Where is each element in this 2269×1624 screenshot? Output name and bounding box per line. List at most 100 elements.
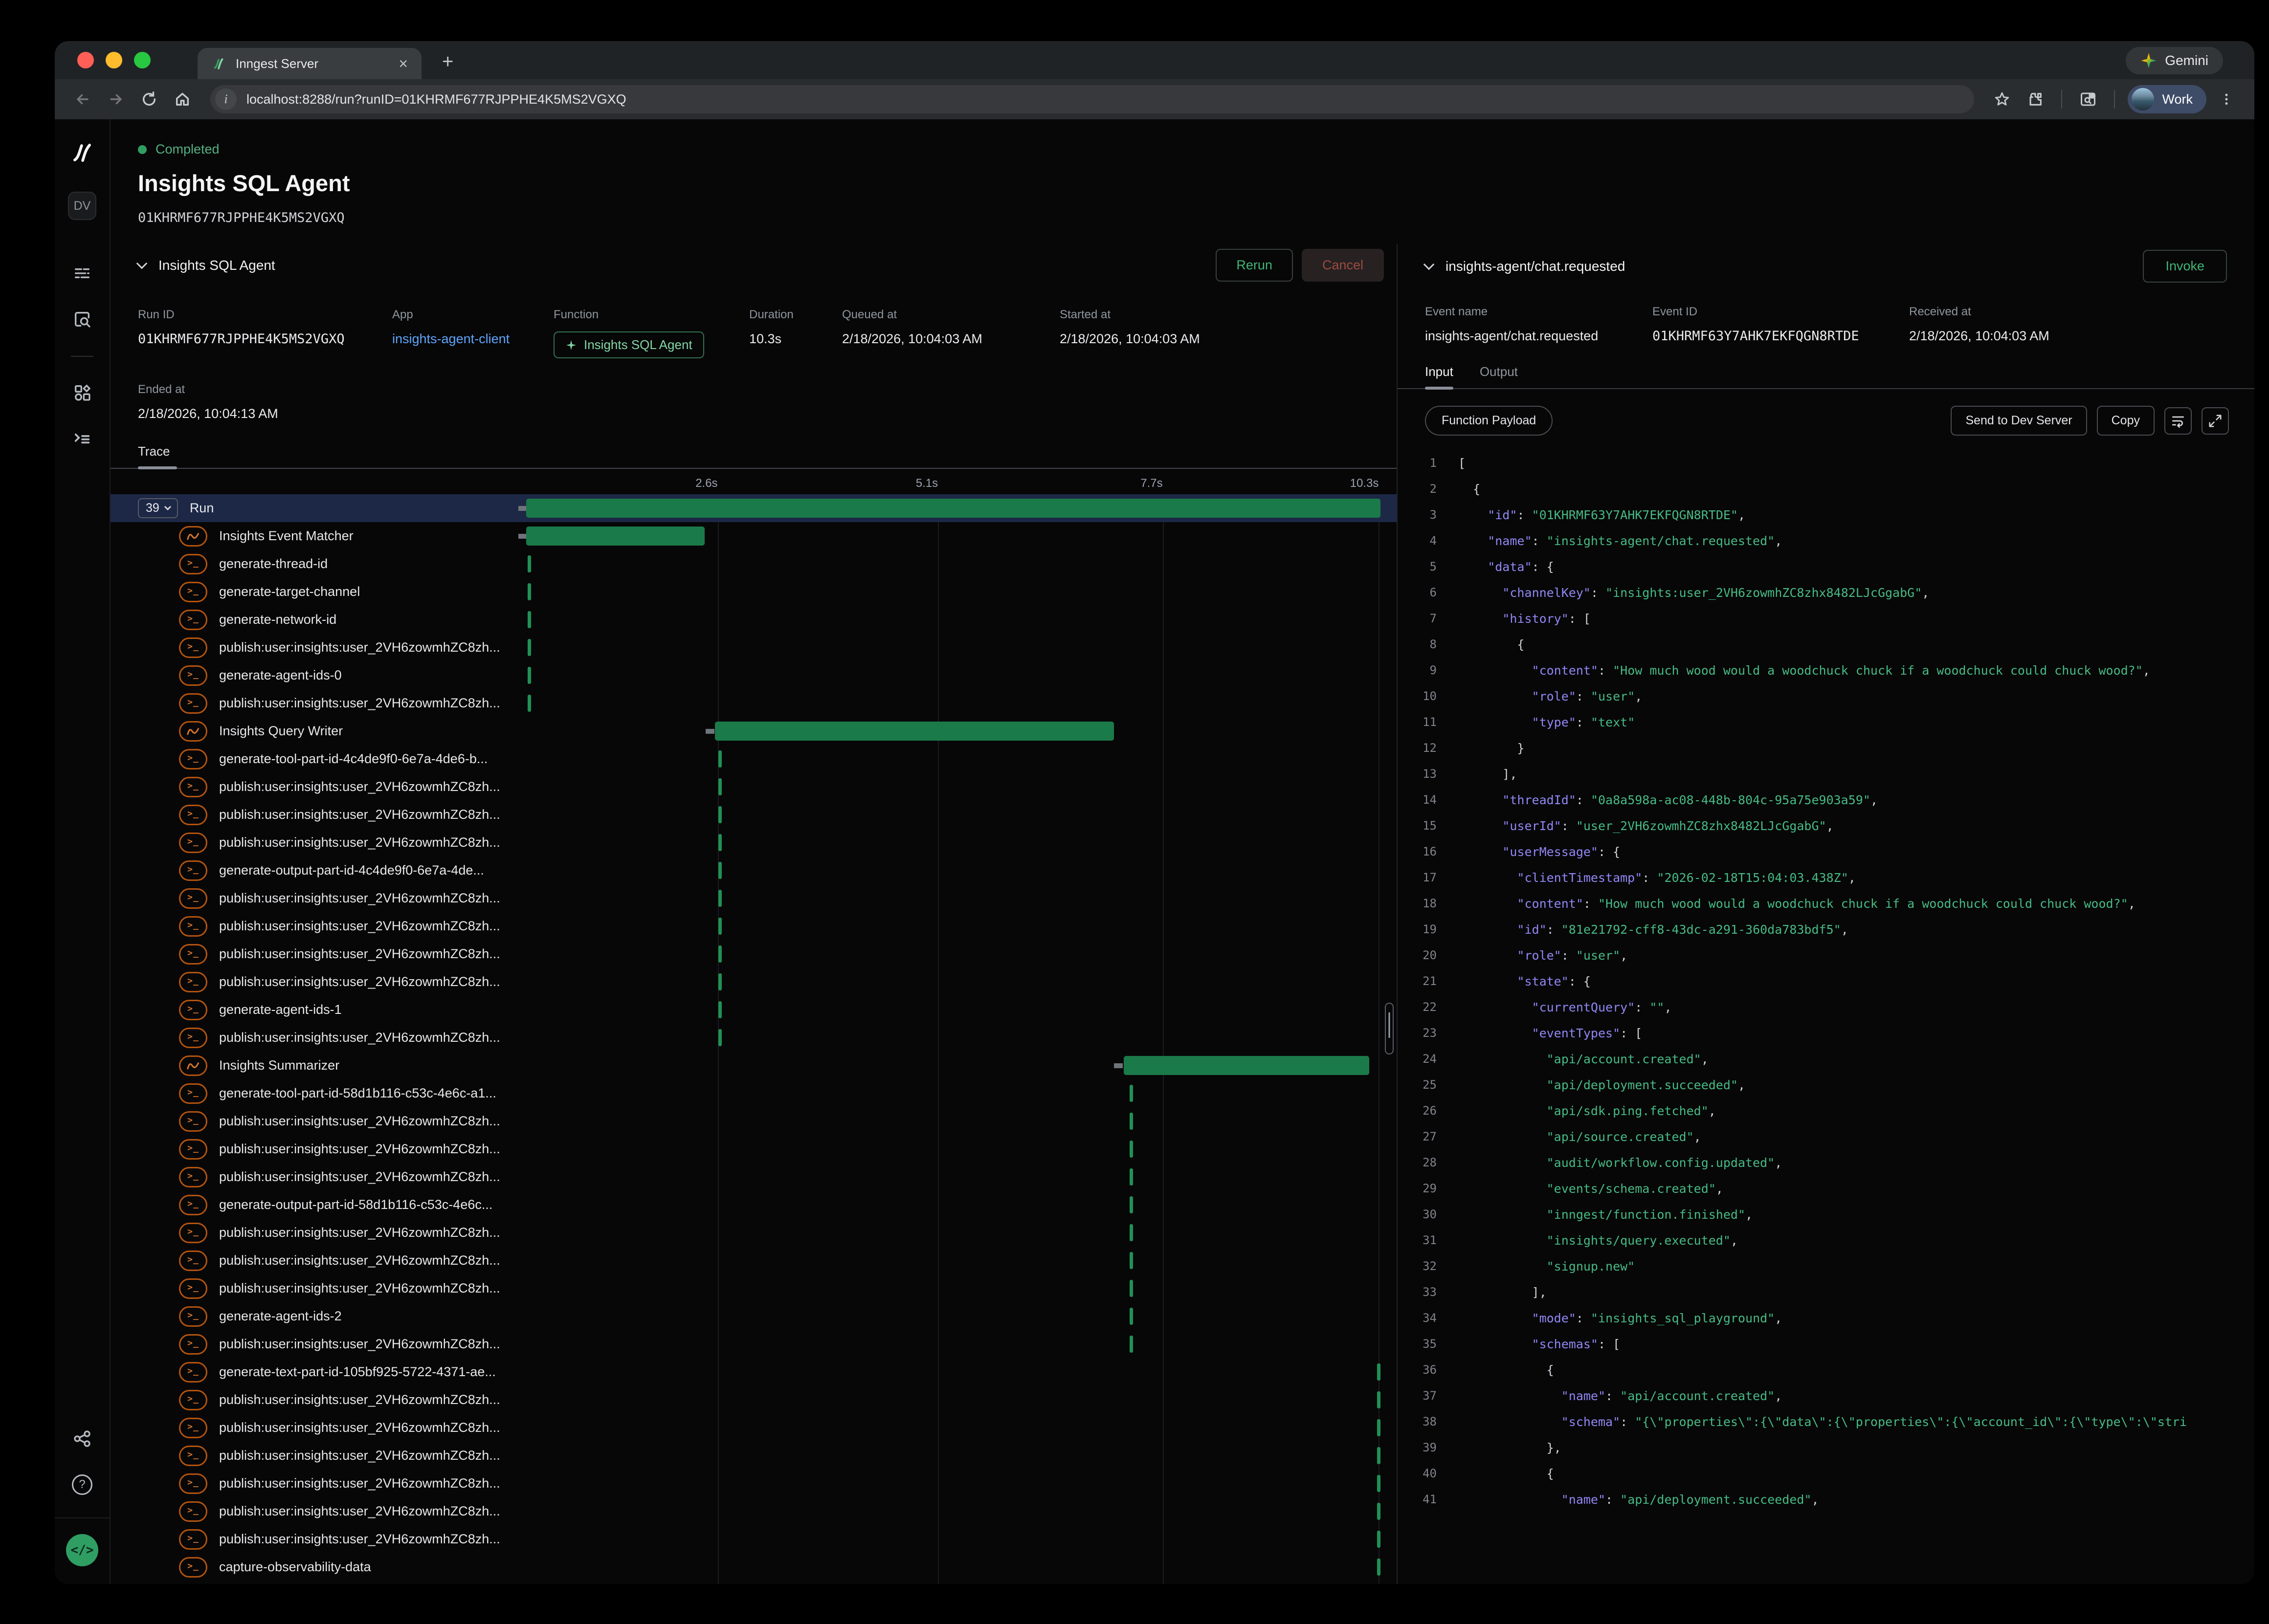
trace-row[interactable]: >_publish:user:insights:user_2VH6zowmhZC…: [111, 801, 1397, 829]
trace-row[interactable]: >_publish:user:insights:user_2VH6zowmhZC…: [111, 912, 1397, 940]
side-panel-search-icon[interactable]: [2075, 86, 2101, 112]
trace-row[interactable]: >_generate-agent-ids-1: [111, 996, 1397, 1024]
code-line: 40 {: [1398, 1461, 2254, 1487]
send-to-dev-server-button[interactable]: Send to Dev Server: [1951, 406, 2087, 436]
trace-row[interactable]: >_publish:user:insights:user_2VH6zowmhZC…: [111, 1470, 1397, 1497]
app-link[interactable]: insights-agent-client: [392, 331, 554, 347]
trace-row[interactable]: >_publish:user:insights:user_2VH6zowmhZC…: [111, 773, 1397, 801]
line-number: 6: [1398, 580, 1437, 606]
code-button[interactable]: </>: [66, 1534, 98, 1566]
trace-row[interactable]: >_generate-target-channel: [111, 578, 1397, 606]
reload-icon[interactable]: [136, 86, 162, 112]
trace-row[interactable]: >_generate-agent-ids-0: [111, 661, 1397, 689]
trace-row[interactable]: >_generate-tool-part-id-4c4de9f0-6e7a-4d…: [111, 745, 1397, 773]
trace-row[interactable]: >_capture-observability-data: [111, 1553, 1397, 1581]
terminal-icon: >_: [179, 1000, 207, 1020]
trace-row[interactable]: >_publish:user:insights:user_2VH6zowmhZC…: [111, 1414, 1397, 1442]
share-icon[interactable]: [72, 1428, 92, 1449]
help-icon[interactable]: ?: [72, 1474, 92, 1495]
trace-row[interactable]: >_publish:user:insights:user_2VH6zowmhZC…: [111, 884, 1397, 912]
terminal-icon: >_: [179, 1195, 207, 1215]
new-tab-button[interactable]: +: [442, 51, 453, 73]
event-search-icon[interactable]: [72, 309, 92, 329]
extensions-icon[interactable]: [2022, 86, 2048, 112]
trace-row[interactable]: >_publish:user:insights:user_2VH6zowmhZC…: [111, 1525, 1397, 1553]
line-number: 15: [1398, 813, 1437, 839]
trace-row[interactable]: >_publish:user:insights:user_2VH6zowmhZC…: [111, 1135, 1397, 1163]
dev-server-icon[interactable]: [72, 428, 92, 449]
trace-row-label: Run: [190, 501, 214, 516]
tab-input[interactable]: Input: [1425, 364, 1453, 388]
site-info-icon[interactable]: i: [215, 88, 237, 110]
trace-row[interactable]: Insights Event Matcher: [111, 522, 1397, 550]
field-label: Queued at: [842, 308, 1060, 322]
field-label: Ended at: [138, 383, 1397, 396]
trace-row[interactable]: >_publish:user:insights:user_2VH6zowmhZC…: [111, 1163, 1397, 1191]
home-icon[interactable]: [169, 86, 196, 112]
bookmark-star-icon[interactable]: [1989, 86, 2015, 112]
trace-row[interactable]: >_publish:user:insights:user_2VH6zowmhZC…: [111, 1024, 1397, 1052]
trace-row[interactable]: >_publish:user:insights:user_2VH6zowmhZC…: [111, 1330, 1397, 1358]
trace-row[interactable]: >_publish:user:insights:user_2VH6zowmhZC…: [111, 1442, 1397, 1470]
trace-row[interactable]: >_publish:user:insights:user_2VH6zowmhZC…: [111, 689, 1397, 717]
tab-trace[interactable]: Trace: [138, 444, 170, 468]
dev-tools-section: </>: [55, 1517, 110, 1584]
window-controls: [77, 52, 151, 68]
forward-icon[interactable]: [103, 86, 129, 112]
profile-chip[interactable]: Work: [2128, 85, 2206, 113]
trace-row[interactable]: >_generate-tool-part-id-58d1b116-c53c-4e…: [111, 1079, 1397, 1107]
copy-button[interactable]: Copy: [2097, 406, 2155, 436]
trace-row[interactable]: >_generate-agent-ids-2: [111, 1302, 1397, 1330]
kebab-menu-icon[interactable]: [2213, 86, 2240, 112]
trace-row[interactable]: >_generate-text-part-id-105bf925-5722-43…: [111, 1358, 1397, 1386]
trace-row[interactable]: >_publish:user:insights:user_2VH6zowmhZC…: [111, 1274, 1397, 1302]
function-payload-button[interactable]: Function Payload: [1425, 406, 1553, 436]
function-badge[interactable]: Insights SQL Agent: [554, 331, 704, 358]
line-number: 13: [1398, 761, 1437, 787]
page-header: Completed Insights SQL Agent 01KHRMF677R…: [111, 119, 2254, 225]
span-tick: [1377, 1363, 1380, 1381]
tab-strip: Inngest Server × + Gemini: [55, 41, 2254, 79]
cancel-button[interactable]: Cancel: [1302, 249, 1384, 282]
gemini-badge[interactable]: Gemini: [2126, 47, 2223, 74]
tab-output[interactable]: Output: [1480, 364, 1518, 388]
invoke-button[interactable]: Invoke: [2143, 250, 2227, 283]
trace-row[interactable]: >_generate-output-part-id-4c4de9f0-6e7a-…: [111, 856, 1397, 884]
trace-row[interactable]: >_generate-thread-id: [111, 550, 1397, 578]
minimize-window-button[interactable]: [106, 52, 122, 68]
span-tick: [1130, 1085, 1133, 1102]
workspace-avatar[interactable]: DV: [68, 192, 96, 220]
payload-json[interactable]: 1[2 {3 "id": "01KHRMF63Y7AHK7EKFQGN8RTDE…: [1398, 450, 2254, 1584]
url-bar[interactable]: i localhost:8288/run?runID=01KHRMF677RJP…: [210, 85, 1974, 113]
expand-icon[interactable]: [2202, 407, 2229, 435]
trace-row[interactable]: >_publish:user:insights:user_2VH6zowmhZC…: [111, 968, 1397, 996]
trace-row[interactable]: Insights Query Writer: [111, 717, 1397, 745]
apps-icon[interactable]: [72, 382, 92, 403]
span-count-badge[interactable]: 39: [138, 498, 178, 518]
trace-row[interactable]: >_publish:user:insights:user_2VH6zowmhZC…: [111, 1497, 1397, 1525]
runs-filter-icon[interactable]: [72, 263, 92, 284]
trace-row[interactable]: >_publish:user:insights:user_2VH6zowmhZC…: [111, 1247, 1397, 1274]
word-wrap-icon[interactable]: [2164, 407, 2192, 435]
back-icon[interactable]: [69, 86, 96, 112]
maximize-window-button[interactable]: [134, 52, 151, 68]
collapse-chevron-icon[interactable]: [136, 258, 148, 269]
trace-row[interactable]: >_publish:user:insights:user_2VH6zowmhZC…: [111, 634, 1397, 661]
trace-row[interactable]: >_publish:user:insights:user_2VH6zowmhZC…: [111, 1219, 1397, 1247]
trace-row[interactable]: Insights Summarizer: [111, 1052, 1397, 1079]
trace-row[interactable]: >_generate-network-id: [111, 606, 1397, 634]
trace-row-run[interactable]: 39 Run: [111, 494, 1397, 522]
trace-scrollbar[interactable]: [1385, 1003, 1394, 1054]
trace-row[interactable]: >_publish:user:insights:user_2VH6zowmhZC…: [111, 829, 1397, 856]
browser-tab[interactable]: Inngest Server ×: [198, 48, 422, 79]
rerun-button[interactable]: Rerun: [1216, 249, 1293, 282]
trace-row[interactable]: >_publish:user:insights:user_2VH6zowmhZC…: [111, 940, 1397, 968]
trace-row[interactable]: >_generate-output-part-id-58d1b116-c53c-…: [111, 1191, 1397, 1219]
close-tab-icon[interactable]: ×: [399, 56, 408, 71]
trace-row-label: publish:user:insights:user_2VH6zowmhZC8z…: [219, 1169, 500, 1185]
collapse-chevron-icon[interactable]: [1424, 259, 1435, 270]
line-number: 18: [1398, 891, 1437, 917]
trace-row[interactable]: >_publish:user:insights:user_2VH6zowmhZC…: [111, 1386, 1397, 1414]
close-window-button[interactable]: [77, 52, 94, 68]
trace-row[interactable]: >_publish:user:insights:user_2VH6zowmhZC…: [111, 1107, 1397, 1135]
